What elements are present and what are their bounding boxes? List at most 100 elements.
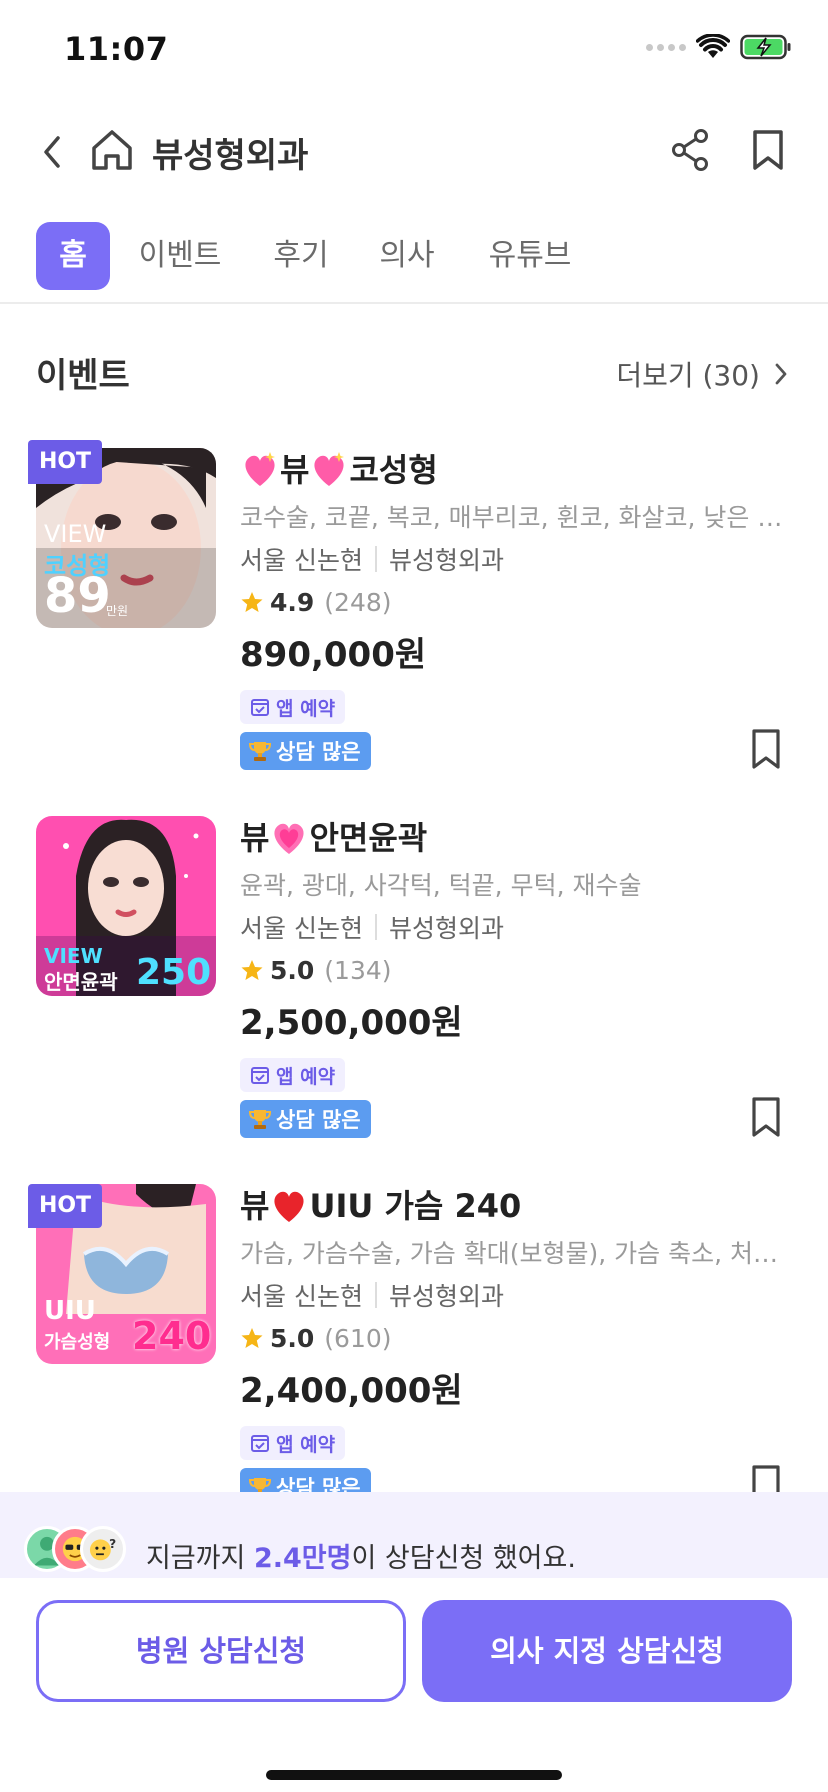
events-more-link[interactable]: 더보기 (30) — [616, 354, 788, 394]
badge-group: 앱 예약 상담 많은 — [240, 1414, 800, 1492]
calendar-check-icon — [251, 699, 269, 716]
thumbnail-brand-text: VIEW — [44, 944, 103, 968]
app-booking-badge: 앱 예약 — [240, 1058, 346, 1092]
page-title: 뷰성형외과 — [152, 136, 309, 176]
event-description: 가슴, 가슴수술, 가슴 확대(보형물), 가슴 축소, 처진… — [240, 1239, 786, 1268]
calendar-check-icon — [251, 1435, 269, 1452]
event-card[interactable]: HOT UIU 가슴성형 240 뷰 UIU 가슴 240 가슴, 가슴수술, … — [0, 1184, 828, 1492]
thumbnail-procedure-text: 가슴성형 — [44, 1332, 111, 1353]
bottom-cta-panel: ? 지금까지 2.4만명이 상담신청 했어요. 병원 상담신청 의사 지정 상담… — [0, 1492, 828, 1792]
hospital-consult-button[interactable]: 병원 상담신청 — [36, 1600, 406, 1702]
event-title-prefix: 뷰 — [240, 819, 270, 857]
event-description: 코수술, 코끝, 복코, 매부리코, 휜코, 화살코, 낮은 코... — [240, 503, 786, 532]
consult-count-text: 지금까지 2.4만명이 상담신청 했어요. — [146, 1536, 576, 1575]
consult-prefix: 지금까지 — [146, 1543, 254, 1574]
back-button[interactable] — [32, 126, 72, 178]
bookmark-icon — [753, 130, 783, 170]
star-icon — [241, 960, 263, 980]
events-section-title: 이벤트 — [36, 356, 130, 396]
sparkling-heart-icon — [314, 452, 345, 486]
consult-suffix: 이 상담신청 했어요. — [351, 1543, 576, 1574]
hospital-name: 뷰성형외과 — [388, 546, 504, 575]
doctor-consult-button[interactable]: 의사 지정 상담신청 — [422, 1600, 792, 1702]
consult-count-highlight: 2.4만명 — [253, 1543, 352, 1574]
location-text: 서울 신논현 — [240, 546, 363, 575]
app-booking-badge: 앱 예약 — [240, 690, 346, 724]
share-icon — [672, 129, 708, 171]
location-text: 서울 신논현 — [240, 914, 363, 943]
hospital-name: 뷰성형외과 — [388, 1282, 504, 1311]
event-title-suffix: 코성형 — [349, 451, 438, 489]
hospital-name: 뷰성형외과 — [388, 914, 504, 943]
event-title-suffix: 안면윤곽 — [309, 819, 428, 857]
rating-score: 5.0 — [270, 955, 315, 985]
popular-consult-badge: 상담 많은 — [240, 1100, 371, 1138]
event-title: 뷰 안면윤곽 — [240, 816, 800, 860]
top-nav-bar: 뷰성형외과 — [0, 104, 828, 200]
growing-heart-icon — [274, 823, 305, 854]
thumbnail-brand-text: UIU — [44, 1296, 96, 1326]
popular-consult-label: 상담 많은 — [276, 1476, 361, 1492]
event-info: 뷰 코성형 코수술, 코끝, 복코, 매부리코, 휜코, 화살코, 낮은 코..… — [240, 448, 800, 770]
event-rating: 5.0 (134) — [240, 952, 800, 988]
event-location: 서울 신논현 뷰성형외과 — [240, 1276, 800, 1314]
home-indicator — [266, 1770, 562, 1780]
bookmark-button[interactable] — [744, 124, 792, 176]
divider — [374, 546, 377, 572]
badge-group: 앱 예약 상담 많은 — [240, 1046, 800, 1138]
tab-home[interactable]: 홈 — [36, 222, 110, 290]
event-title-mid: 뷰 — [280, 451, 310, 489]
red-heart-icon — [274, 1191, 305, 1222]
review-count: (610) — [324, 1323, 392, 1353]
status-icons — [646, 34, 792, 60]
event-price: 890,000원 — [240, 635, 427, 675]
event-title: 뷰 코성형 — [240, 448, 800, 492]
event-thumbnail[interactable]: VIEW 안면윤곽 250 — [36, 816, 216, 996]
app-booking-badge: 앱 예약 — [240, 1426, 346, 1460]
app-booking-label: 앱 예약 — [276, 697, 336, 720]
bookmark-icon — [752, 1465, 780, 1492]
app-booking-label: 앱 예약 — [276, 1433, 336, 1456]
thinking-emoji-icon: ? — [80, 1526, 126, 1572]
event-bookmark-button[interactable] — [746, 724, 786, 774]
event-location: 서울 신논현 뷰성형외과 — [240, 540, 800, 578]
popular-consult-badge: 상담 많은 — [240, 732, 371, 770]
event-description: 윤곽, 광대, 사각턱, 턱끝, 무턱, 재수술 — [240, 871, 642, 900]
trophy-icon — [248, 1110, 272, 1129]
rating-score: 5.0 — [270, 1323, 315, 1353]
event-price: 2,500,000원 — [240, 1003, 463, 1043]
popular-consult-label: 상담 많은 — [276, 740, 361, 764]
event-rating: 4.9 (248) — [240, 584, 800, 620]
tab-youtube[interactable]: 유튜브 — [480, 222, 580, 290]
svg-text:?: ? — [109, 1537, 116, 1551]
bookmark-icon — [752, 729, 780, 769]
event-title-prefix: 뷰 — [240, 1187, 270, 1225]
avatar-stack: ? — [24, 1526, 134, 1572]
tab-events[interactable]: 이벤트 — [130, 222, 230, 290]
event-card[interactable]: VIEW 안면윤곽 250 뷰 안면윤곽 윤곽, 광대, 사각턱, 턱끝, 무턱… — [0, 816, 828, 1176]
share-button[interactable] — [664, 124, 716, 176]
tab-doctors[interactable]: 의사 — [370, 222, 444, 290]
hot-badge: HOT — [28, 440, 102, 484]
review-count: (248) — [324, 587, 392, 617]
event-bookmark-button[interactable] — [746, 1460, 786, 1492]
trophy-icon — [248, 742, 272, 761]
star-icon — [241, 1328, 263, 1348]
chevron-right-icon — [775, 363, 787, 385]
tab-reviews[interactable]: 후기 — [264, 222, 338, 290]
more-link-label: 더보기 (30) — [616, 359, 760, 392]
event-card[interactable]: HOT VIEW 코성형 89 만원 뷰 코성형 코수술, 코끝, 복코, 매부… — [0, 440, 828, 808]
event-info: 뷰 안면윤곽 윤곽, 광대, 사각턱, 턱끝, 무턱, 재수술 서울 신논현 뷰… — [240, 816, 800, 1138]
event-bookmark-button[interactable] — [746, 1092, 786, 1142]
location-text: 서울 신논현 — [240, 1282, 363, 1311]
divider — [374, 914, 377, 940]
battery-charging-icon — [740, 34, 791, 60]
divider — [374, 1282, 377, 1308]
event-rating: 5.0 (610) — [240, 1320, 800, 1356]
thumbnail-brand-text: VIEW — [44, 520, 107, 548]
rating-score: 4.9 — [270, 587, 315, 617]
star-icon — [241, 592, 263, 612]
home-button[interactable] — [88, 124, 136, 176]
badge-group: 앱 예약 상담 많은 — [240, 678, 800, 770]
thumbnail-price-unit: 만원 — [106, 604, 129, 618]
